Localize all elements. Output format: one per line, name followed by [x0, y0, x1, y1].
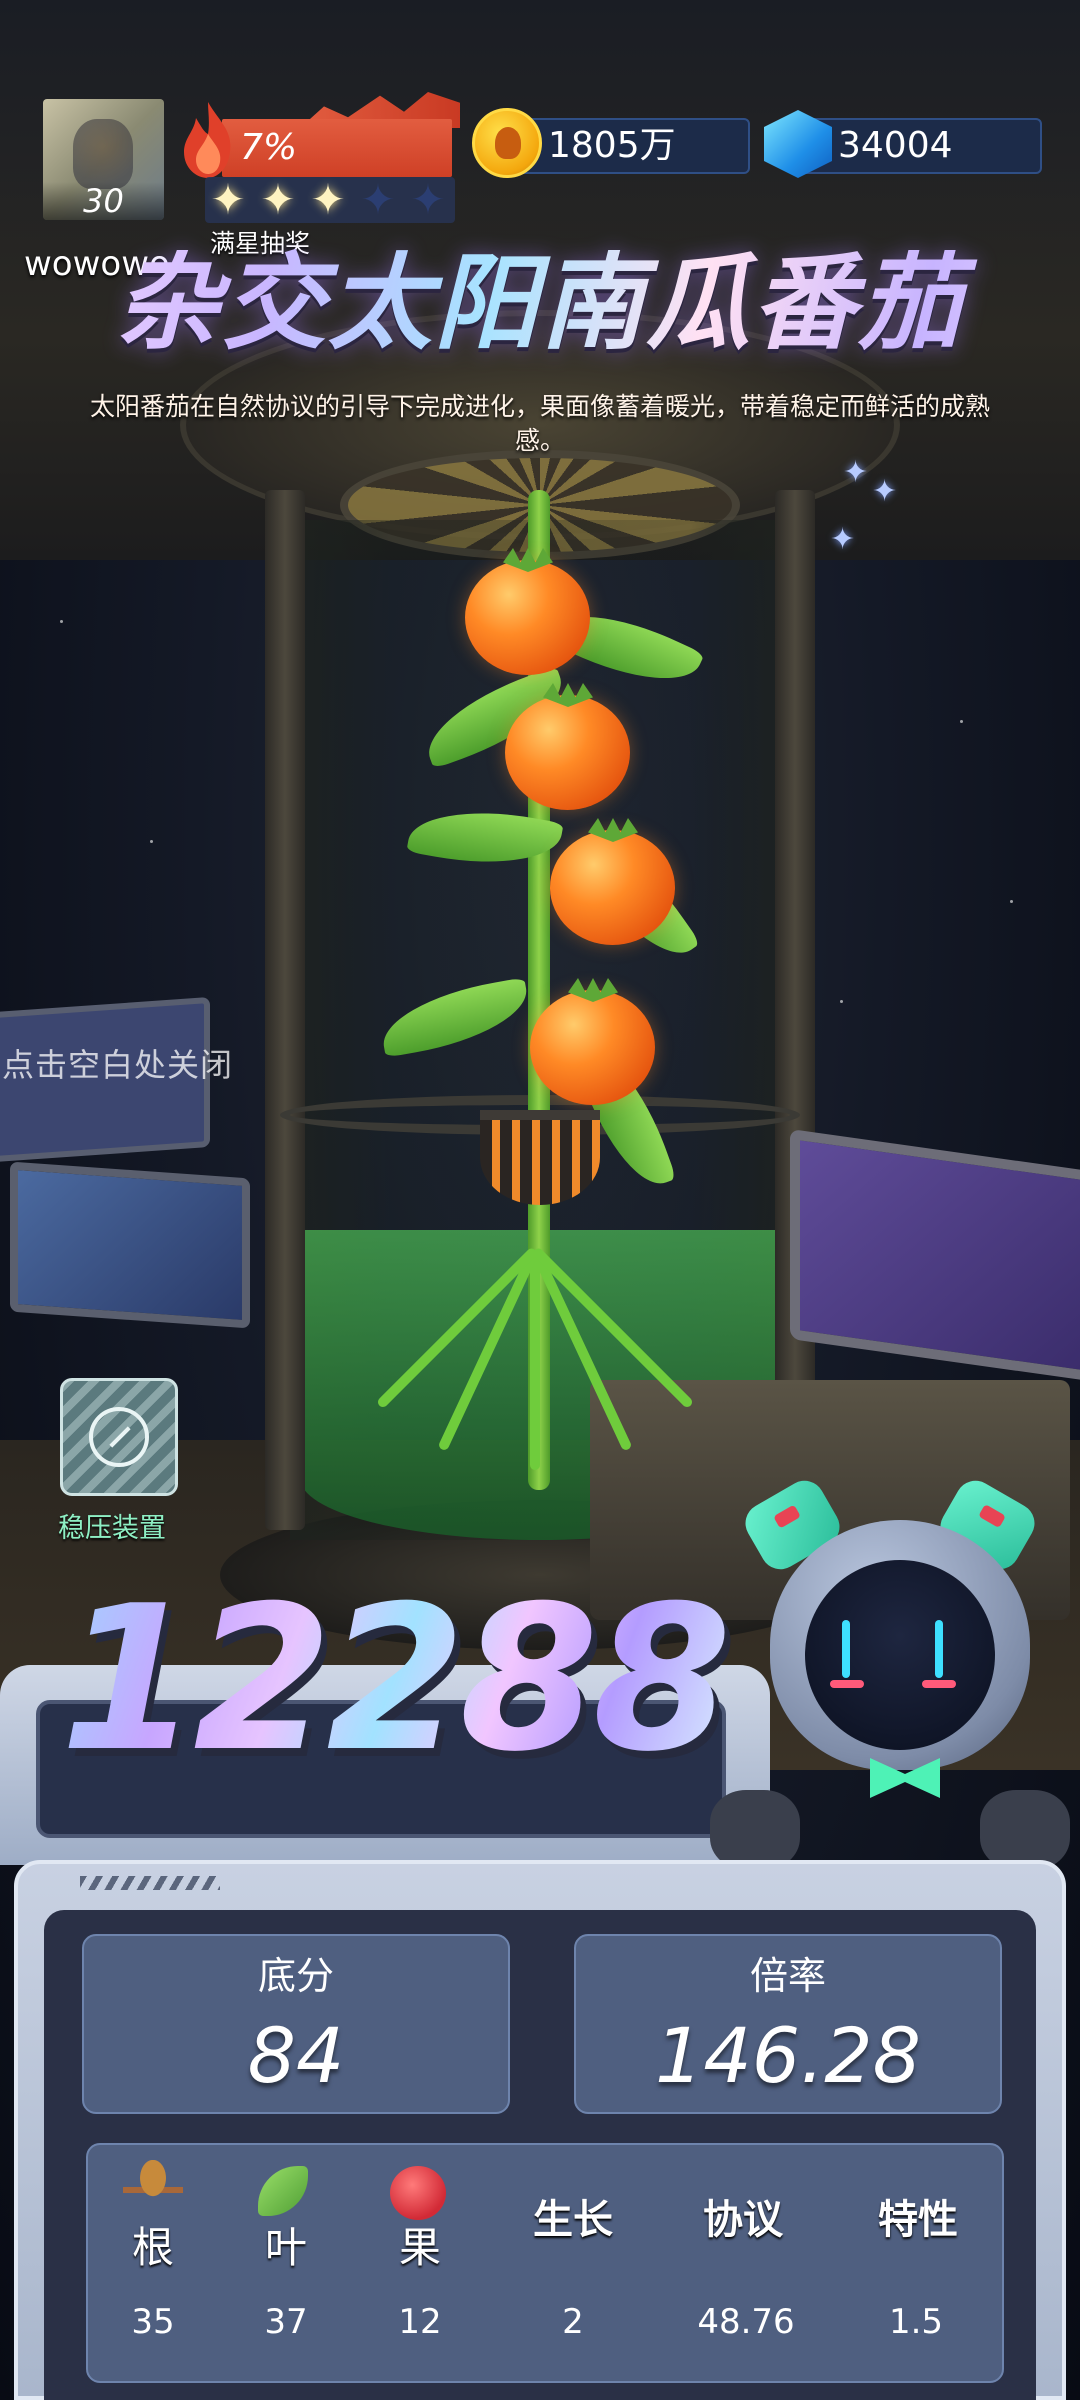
tomato-fruit — [550, 818, 675, 945]
base-score-box: 底分 84 — [82, 1934, 510, 2114]
flame-icon — [184, 102, 231, 178]
star-icon-empty: ✦ — [360, 175, 396, 224]
coin-amount: 1805万 — [548, 125, 676, 166]
robot-eye — [842, 1620, 850, 1678]
star-dot — [60, 620, 63, 623]
tap-to-close-hint[interactable]: 点击空白处关闭 — [2, 1040, 233, 1086]
attr-growth-value: 2 — [562, 2302, 584, 2342]
root-icon — [123, 2160, 183, 2220]
tomato-fruit — [530, 978, 655, 1105]
tube-pillar-right — [775, 490, 815, 1530]
attr-fruit-value: 12 — [398, 2302, 442, 2342]
multiplier-box: 倍率 146.28 — [574, 1934, 1002, 2114]
stabilizer-device-button[interactable] — [60, 1378, 178, 1496]
plant-title: 杂交太阳南瓜番茄 — [0, 238, 1080, 368]
tomato-fruit — [465, 548, 590, 675]
attr-leaf-label: 叶 — [264, 2223, 307, 2272]
tomato-fruit — [505, 683, 630, 810]
star-icon-filled: ✦ — [260, 175, 296, 224]
attr-growth-label: 生长 — [533, 2197, 613, 2243]
robot-cheek — [830, 1680, 864, 1688]
plant-illustration — [375, 450, 705, 1530]
heat-percent: 7% — [240, 127, 298, 168]
attr-protocol-value: 48.76 — [697, 2302, 795, 2342]
player-avatar[interactable]: 30 — [43, 99, 164, 220]
robot-cheek — [922, 1680, 956, 1688]
total-score: 12288 — [60, 1563, 732, 1796]
plant-root — [531, 1246, 695, 1410]
attr-fruit-label: 果 — [398, 2223, 441, 2272]
plant-leaf — [376, 977, 534, 1058]
stabilizer-device-label: 稳压装置 — [58, 1513, 166, 1544]
robot-eye — [935, 1620, 943, 1678]
plant-root — [437, 1247, 540, 1452]
plant-root — [530, 1250, 540, 1470]
sparkle-icon: ✦ — [843, 455, 869, 490]
robot-face — [805, 1560, 995, 1750]
sparkle-icon: ✦ — [872, 474, 898, 509]
base-score-value: 84 — [247, 2011, 345, 2100]
multiplier-value: 146.28 — [655, 2011, 921, 2100]
plant-root — [375, 1246, 539, 1410]
attr-root-value: 35 — [131, 2302, 175, 2342]
plant-pot — [480, 1110, 600, 1205]
apple-icon — [390, 2166, 446, 2220]
monitor-right — [790, 1128, 1080, 1382]
sparkle-icon: ✦ — [830, 522, 856, 557]
coin-icon — [472, 108, 542, 178]
star-icon-filled: ✦ — [210, 175, 246, 224]
attr-trait-value: 1.5 — [888, 2302, 944, 2342]
star-icon-filled: ✦ — [310, 175, 346, 224]
star-dot — [1010, 900, 1013, 903]
multiplier-label: 倍率 — [749, 1954, 826, 1998]
star-dot — [840, 1000, 843, 1003]
robot-hand — [980, 1790, 1070, 1870]
player-level: 30 — [43, 182, 164, 220]
star-dot — [960, 720, 963, 723]
panel-stripes — [80, 1876, 220, 1890]
attr-root-label: 根 — [131, 2223, 174, 2272]
star-icon-empty: ✦ — [410, 175, 446, 224]
gem-amount: 34004 — [838, 125, 953, 166]
robot-hand — [710, 1790, 800, 1870]
compass-icon — [89, 1407, 149, 1467]
tube-pillar-left — [265, 490, 305, 1530]
monitor-left-bottom — [10, 1161, 250, 1329]
plant-description: 太阳番茄在自然协议的引导下完成进化，果面像蓄着暖光，带着稳定而鲜活的成熟感。 — [89, 392, 990, 455]
star-dot — [150, 840, 153, 843]
base-score-label: 底分 — [257, 1954, 334, 1998]
robot-mascot — [690, 1473, 1080, 1890]
attr-leaf-value: 37 — [264, 2302, 308, 2342]
attr-trait-label: 特性 — [878, 2197, 958, 2243]
attr-protocol-label: 协议 — [703, 2197, 783, 2243]
